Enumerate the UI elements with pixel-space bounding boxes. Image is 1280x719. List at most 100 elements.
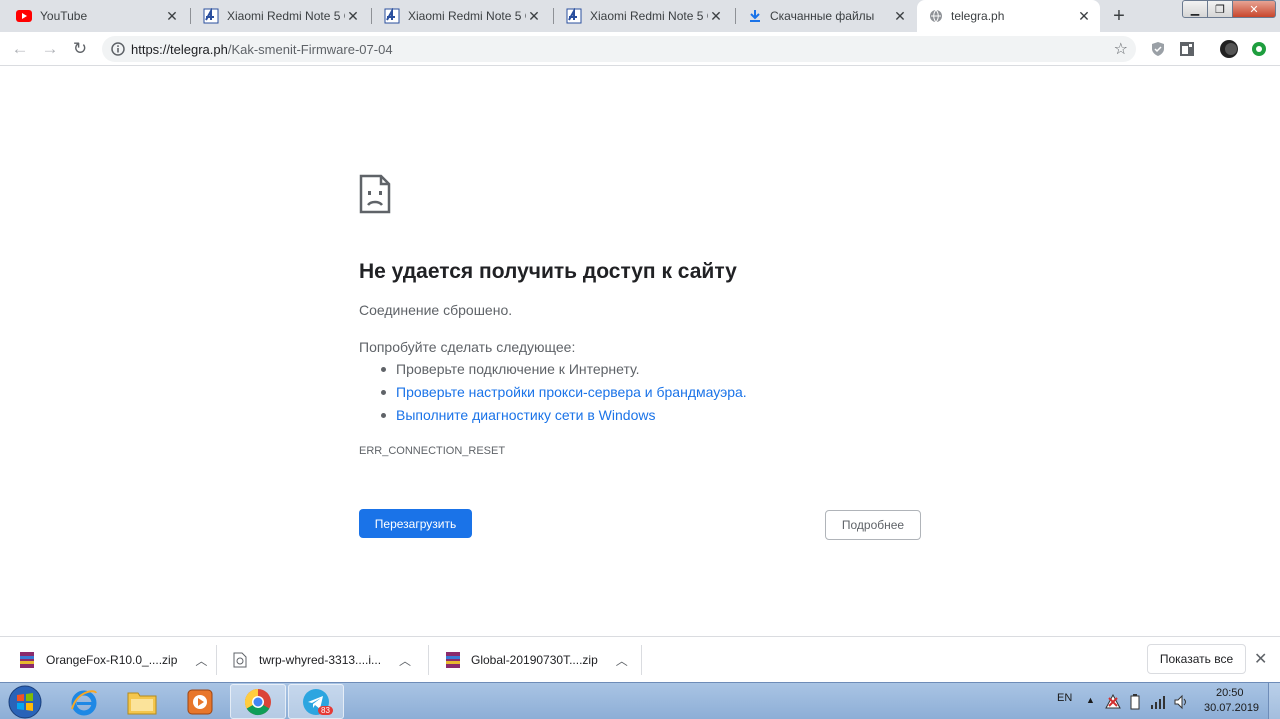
power-icon[interactable] — [1128, 694, 1142, 710]
avatar-icon[interactable] — [1220, 40, 1238, 58]
tab-downloads[interactable]: Скачанные файлы ✕ — [736, 0, 916, 32]
tray-expand-icon[interactable]: ▲ — [1086, 695, 1095, 705]
tab-title: YouTube — [40, 9, 88, 23]
tab-strip: YouTube ✕ Xiaomi Redmi Note 5 Gl ✕ Xiaom… — [0, 0, 1280, 32]
language-indicator[interactable]: EN — [1057, 692, 1072, 704]
close-tab-icon[interactable]: ✕ — [708, 8, 724, 24]
internet-explorer-icon — [71, 689, 97, 715]
close-tab-icon[interactable]: ✕ — [1076, 8, 1092, 24]
download-filename: Global-20190730T....zip — [471, 653, 598, 667]
tab-telegraph[interactable]: telegra.ph ✕ — [917, 0, 1100, 32]
url-path: /Kak-smenit-Firmware-07-04 — [227, 41, 393, 57]
tab-youtube[interactable]: YouTube ✕ — [4, 0, 188, 32]
tab-xiaomi-1[interactable]: Xiaomi Redmi Note 5 Gl ✕ — [191, 0, 369, 32]
clock-date[interactable]: 30.07.2019 — [1204, 702, 1259, 714]
4pda-icon — [203, 8, 219, 24]
close-icon[interactable]: ✕ — [1254, 649, 1267, 669]
download-item[interactable]: Global-20190730T....zip ︿ — [444, 637, 634, 683]
suggestions-heading: Попробуйте сделать следующее: — [359, 339, 576, 355]
chevron-up-icon[interactable]: ︿ — [399, 652, 411, 669]
download-filename: OrangeFox-R10.0_....zip — [46, 653, 178, 667]
show-desktop-button[interactable] — [1268, 683, 1280, 719]
restore-icon: ❐ — [1215, 3, 1225, 16]
download-item[interactable]: twrp-whyred-3313....i... ︿ — [233, 637, 423, 683]
proxy-settings-link[interactable]: Проверьте настройки прокси-сервера и бра… — [396, 384, 747, 400]
close-tab-icon[interactable]: ✕ — [526, 8, 542, 24]
suggestion-proxy: Проверьте настройки прокси-сервера и бра… — [359, 384, 747, 407]
forward-button[interactable]: → — [38, 37, 62, 61]
sad-page-icon — [359, 174, 391, 214]
error-code: ERR_CONNECTION_RESET — [359, 445, 506, 457]
url-host: https://telegra.ph — [131, 41, 228, 57]
4pda-icon — [384, 8, 400, 24]
close-tab-icon[interactable]: ✕ — [345, 8, 361, 24]
signal-icon[interactable] — [1150, 695, 1166, 709]
shield-icon[interactable] — [1150, 41, 1166, 57]
taskbar-chrome[interactable] — [230, 684, 286, 719]
youtube-icon — [16, 10, 32, 22]
windows-start-icon — [8, 685, 42, 718]
tab-title: telegra.ph — [951, 9, 1005, 23]
start-button[interactable] — [0, 684, 50, 719]
chrome-icon — [244, 688, 271, 715]
shelf-separator — [641, 645, 642, 675]
network-diagnostics-link[interactable]: Выполните диагностику сети в Windows — [396, 407, 655, 423]
volume-icon[interactable] — [1173, 694, 1189, 710]
taskbar-media-player[interactable] — [172, 684, 228, 719]
maximize-button[interactable]: ❐ — [1207, 0, 1233, 18]
winrar-icon — [446, 652, 460, 668]
globe-icon — [930, 9, 942, 23]
windows-taskbar: 83 EN ▲ 20:50 30.07.2019 — [0, 682, 1280, 719]
close-icon: ✕ — [1249, 3, 1259, 16]
shelf-separator — [428, 645, 429, 675]
minimize-button[interactable]: ▁ — [1182, 0, 1208, 18]
file-icon — [233, 652, 247, 668]
close-window-button[interactable]: ✕ — [1232, 0, 1276, 18]
downloads-shelf: OrangeFox-R10.0_....zip ︿ twrp-whyred-33… — [0, 636, 1280, 682]
info-icon[interactable] — [111, 42, 125, 56]
suggestion-diagnostics: Выполните диагностику сети в Windows — [359, 407, 747, 430]
status-icon[interactable] — [1251, 41, 1267, 57]
media-player-icon — [187, 689, 213, 714]
taskbar-telegram[interactable]: 83 — [288, 684, 344, 719]
download-icon — [750, 10, 760, 22]
close-tab-icon[interactable]: ✕ — [164, 8, 180, 24]
unread-badge: 83 — [318, 706, 333, 715]
tab-xiaomi-2[interactable]: Xiaomi Redmi Note 5 Gl ✕ — [372, 0, 550, 32]
show-all-downloads-button[interactable]: Показать все — [1147, 644, 1246, 674]
address-bar[interactable]: https://telegra.ph/Kak-smenit-Firmware-0… — [102, 36, 1136, 62]
suggestion-check-connection: Проверьте подключение к Интернету. — [359, 361, 747, 384]
arrow-left-icon: ← — [11, 39, 29, 58]
clock-time[interactable]: 20:50 — [1216, 687, 1244, 699]
chevron-up-icon[interactable]: ︿ — [195, 652, 207, 669]
reload-page-button[interactable]: Перезагрузить — [359, 509, 472, 538]
4pda-icon — [566, 8, 582, 24]
taskbar-explorer[interactable] — [114, 684, 170, 719]
tab-title: Скачанные файлы — [770, 9, 875, 23]
chevron-up-icon[interactable]: ︿ — [616, 652, 628, 669]
taskbar-ie[interactable] — [56, 684, 112, 719]
tab-xiaomi-3[interactable]: Xiaomi Redmi Note 5 Gl ✕ — [554, 0, 732, 32]
arrow-right-icon: → — [41, 39, 59, 58]
reload-icon: ↻ — [72, 39, 88, 58]
reload-button[interactable]: ↻ — [68, 37, 92, 61]
folder-icon — [127, 692, 157, 714]
extension-icon[interactable] — [1179, 41, 1195, 57]
download-item[interactable]: OrangeFox-R10.0_....zip ︿ — [18, 637, 208, 683]
details-button[interactable]: Подробнее — [825, 510, 921, 540]
suggestion-text: Проверьте подключение к Интернету. — [396, 361, 640, 377]
suggestions-list: Проверьте подключение к Интернету. Прове… — [359, 361, 747, 430]
tab-title: Xiaomi Redmi Note 5 Gl — [590, 9, 708, 23]
back-button[interactable]: ← — [8, 37, 32, 61]
new-tab-button[interactable]: + — [1106, 4, 1132, 28]
close-tab-icon[interactable]: ✕ — [892, 8, 908, 24]
shelf-separator — [216, 645, 217, 675]
tab-title: Xiaomi Redmi Note 5 Gl — [408, 9, 526, 23]
minimize-icon: ▁ — [1190, 3, 1200, 16]
error-title: Не удается получить доступ к сайту — [359, 260, 737, 283]
action-center-icon[interactable] — [1105, 694, 1121, 710]
url-text: https://telegra.ph/Kak-smenit-Firmware-0… — [131, 42, 393, 57]
tab-title: Xiaomi Redmi Note 5 Gl — [227, 9, 345, 23]
error-subtitle: Соединение сброшено. — [359, 302, 513, 318]
star-icon[interactable]: ☆ — [1114, 39, 1128, 59]
